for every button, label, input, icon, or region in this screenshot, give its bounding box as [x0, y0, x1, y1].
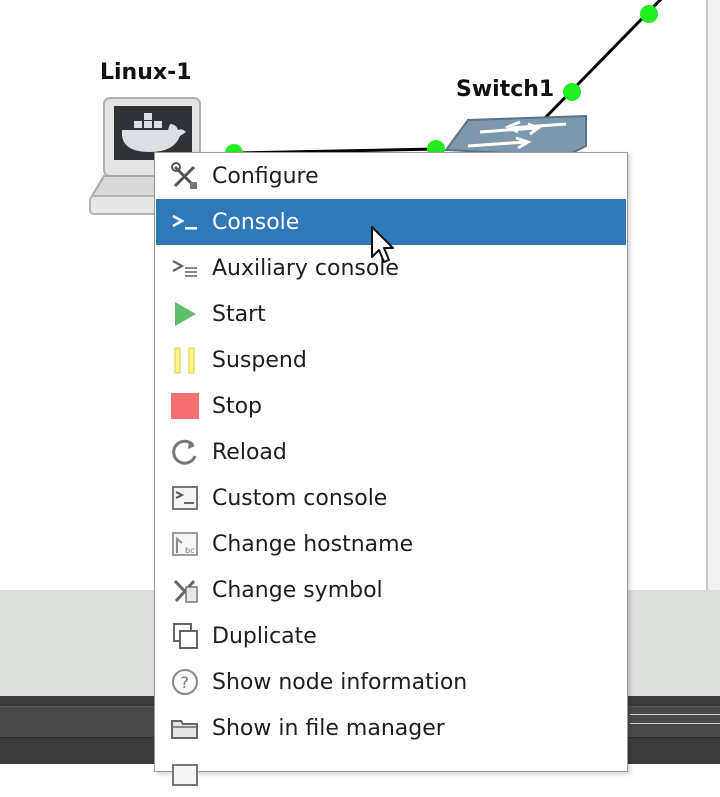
menu-item-suspend[interactable]: Suspend [156, 337, 626, 383]
custom-console-icon [170, 483, 200, 513]
menu-item-label: Stop [212, 393, 263, 419]
info-icon: ? [170, 667, 200, 697]
menu-item-label: Console [212, 209, 300, 235]
menu-item-change-symbol[interactable]: Change symbol [156, 567, 626, 613]
menu-item-stop[interactable]: Stop [156, 383, 626, 429]
menu-item-show-in-file-manager[interactable]: Show in file manager [156, 705, 626, 751]
duplicate-icon [170, 621, 200, 651]
configure-icon [170, 161, 200, 191]
menu-item-label: Change symbol [212, 577, 383, 603]
menu-item-configure[interactable]: Configure [156, 153, 626, 199]
change-hostname-icon: bc [170, 529, 200, 559]
menu-item-label: Configure [212, 163, 319, 189]
menu-item-label: Suspend [212, 347, 307, 373]
switch1-node[interactable] [444, 114, 587, 158]
menu-item-label: Show node information [212, 669, 468, 695]
menu-item-reload[interactable]: Reload [156, 429, 626, 475]
link-status-dot [563, 83, 581, 101]
mouse-cursor-icon [371, 226, 394, 263]
menu-item-start[interactable]: Start [156, 291, 626, 337]
link-status-dot [640, 5, 658, 23]
menu-item-show-node-information[interactable]: ? Show node information [156, 659, 626, 705]
svg-text:?: ? [181, 673, 190, 692]
switch1-label[interactable]: Switch1 [456, 77, 554, 102]
menu-item-label: Change hostname [212, 531, 414, 557]
auxiliary-console-icon [170, 253, 200, 283]
menu-item-label: Start [212, 301, 266, 327]
svg-text:bc: bc [185, 546, 194, 555]
reload-icon [170, 437, 200, 467]
menu-item-change-hostname[interactable]: bc Change hostname [156, 521, 626, 567]
folder-icon [170, 713, 200, 743]
suspend-icon [170, 345, 200, 375]
start-icon [170, 299, 200, 329]
menu-item-cutoff[interactable] [156, 751, 626, 797]
linux-1-label[interactable]: Linux-1 [100, 60, 192, 85]
stop-icon [170, 391, 200, 421]
change-symbol-icon [170, 575, 200, 605]
menu-item-duplicate[interactable]: Duplicate [156, 613, 626, 659]
menu-item-label: Duplicate [212, 623, 317, 649]
menu-item-label: Reload [212, 439, 287, 465]
dock-grip [630, 714, 720, 724]
menu-item-label: Show in file manager [212, 715, 445, 741]
console-icon [170, 207, 200, 237]
menu-item-label: Custom console [212, 485, 388, 511]
menu-item-custom-console[interactable]: Custom console [156, 475, 626, 521]
